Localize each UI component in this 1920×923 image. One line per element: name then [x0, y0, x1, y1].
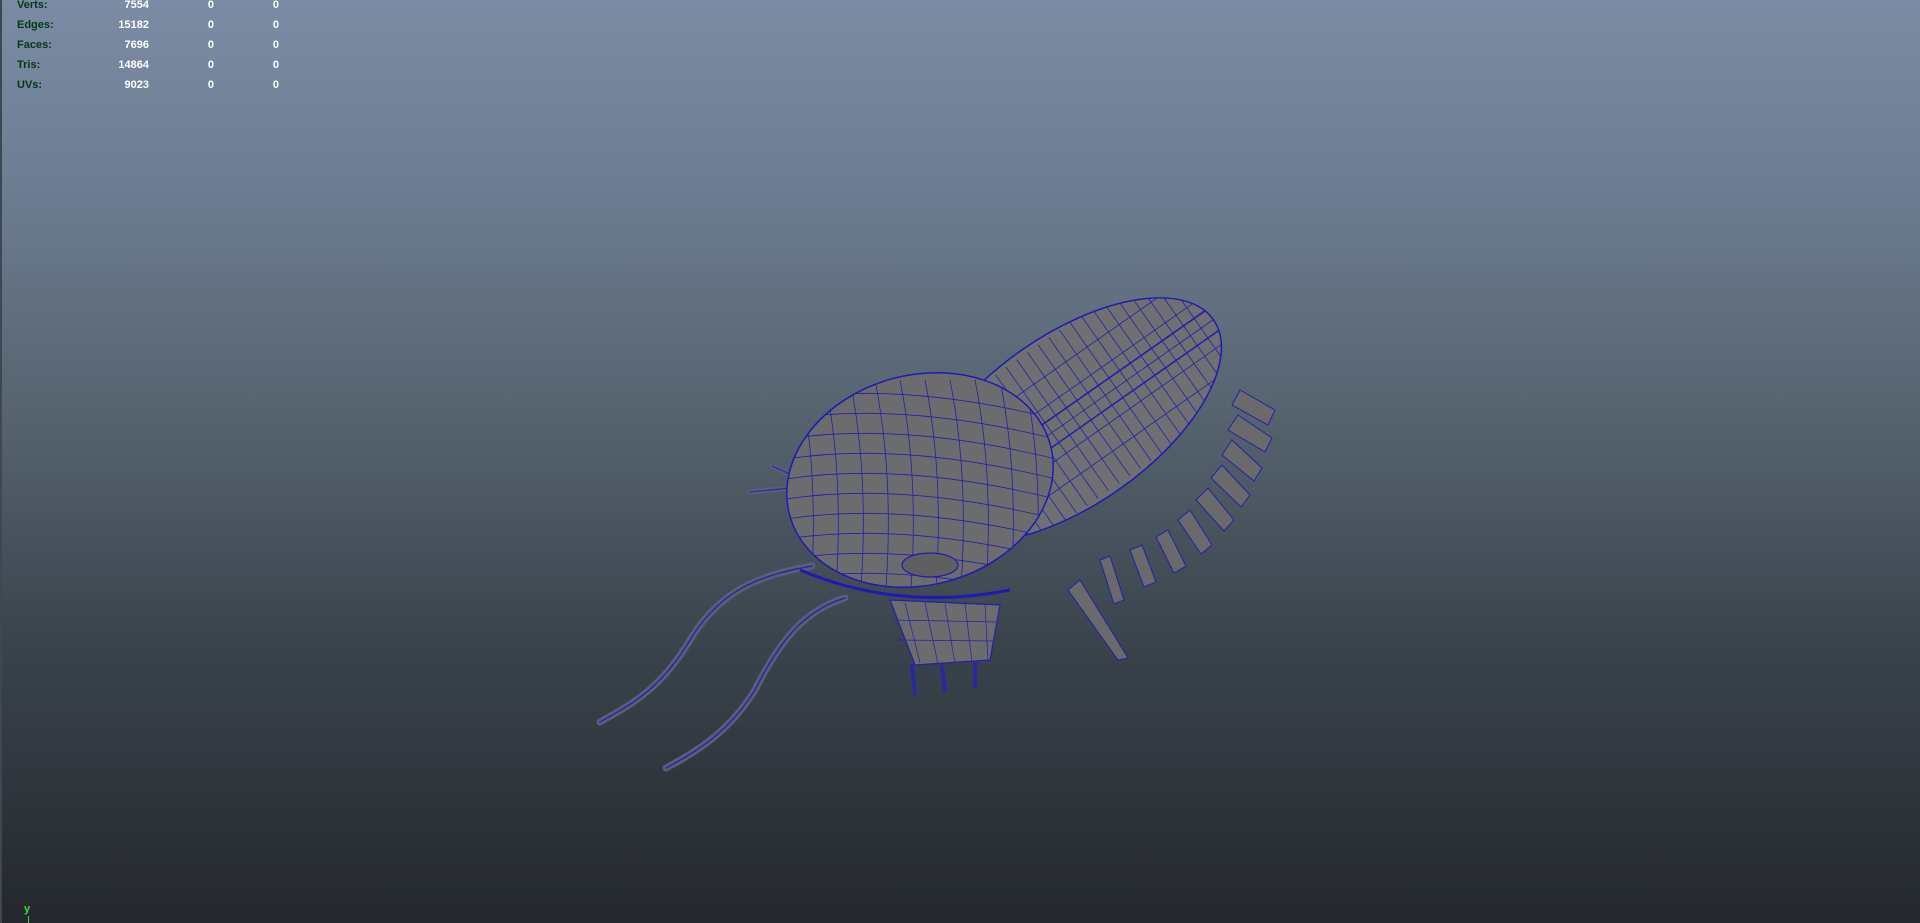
trilobite-wireframe-mesh[interactable]: [0, 0, 1920, 923]
axis-gizmo: [28, 916, 29, 923]
front-plate: [889, 599, 1001, 696]
axis-label-y: y: [24, 903, 31, 915]
eye-socket: [901, 552, 959, 578]
3d-viewport[interactable]: Verts: 7554 0 0 Edges: 15182 0 0 Faces: …: [0, 0, 1920, 923]
